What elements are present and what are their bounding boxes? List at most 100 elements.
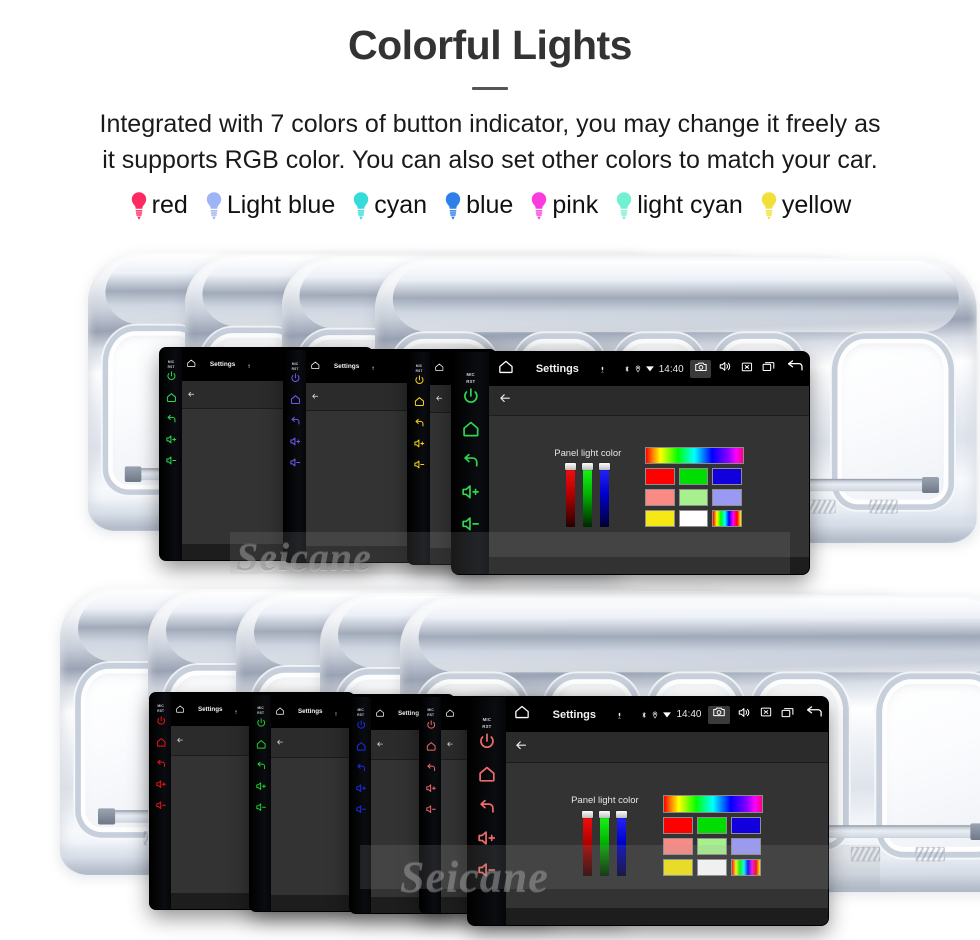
swatch-green[interactable] [678, 468, 709, 486]
side-key-back-icon[interactable] [289, 414, 302, 432]
back-icon[interactable] [804, 704, 824, 726]
rainbow-gradient-bar[interactable] [645, 446, 745, 465]
head-unit-main[interactable]: MIC RST Settings 14:40 Panel light color [452, 352, 809, 574]
swatch-periwinkle[interactable] [730, 837, 761, 855]
reset-label[interactable]: RST [157, 709, 164, 713]
side-key-power-icon[interactable] [425, 719, 437, 737]
mic-icon[interactable] [616, 706, 623, 724]
mic-icon[interactable] [371, 357, 375, 375]
side-key-volume-down-icon[interactable] [425, 802, 437, 820]
side-key-power-icon[interactable] [460, 386, 482, 413]
red-slider[interactable] [582, 811, 594, 877]
side-key-home-icon[interactable] [413, 395, 426, 413]
swatch-lightgreen[interactable] [696, 837, 727, 855]
side-key-home-icon[interactable] [155, 735, 167, 753]
swatch-red[interactable] [662, 816, 693, 834]
reset-label[interactable]: RST [427, 713, 434, 717]
mic-icon[interactable] [599, 360, 606, 378]
home-icon[interactable] [497, 358, 515, 381]
side-key-volume-down-icon[interactable] [476, 859, 498, 886]
side-key-back-icon[interactable] [165, 412, 178, 430]
reset-label[interactable]: RST [357, 713, 364, 717]
side-key-power-icon[interactable] [289, 372, 302, 390]
side-key-volume-down-icon[interactable] [460, 513, 482, 540]
back-arrow-icon[interactable] [187, 386, 196, 404]
swatch-green[interactable] [696, 816, 727, 834]
side-key-back-icon[interactable] [425, 760, 437, 778]
back-arrow-icon[interactable] [376, 736, 384, 754]
reset-label[interactable]: RST [416, 369, 423, 373]
side-key-back-icon[interactable] [155, 756, 167, 774]
side-key-volume-up-icon[interactable] [255, 779, 267, 797]
slider-knob[interactable] [599, 463, 611, 470]
swatch-yellow[interactable] [645, 510, 675, 527]
recents-icon[interactable] [761, 359, 776, 379]
side-key-volume-down-icon[interactable] [413, 458, 426, 476]
green-slider[interactable] [582, 463, 594, 528]
side-key-volume-down-icon[interactable] [289, 456, 302, 474]
swatch-red[interactable] [645, 468, 675, 486]
camera-button[interactable] [689, 360, 712, 379]
slider-knob[interactable] [599, 811, 611, 819]
back-arrow-icon[interactable] [311, 388, 320, 406]
swatch-salmon[interactable] [662, 837, 693, 855]
mic-icon[interactable] [234, 701, 238, 719]
swatch-blue[interactable] [730, 816, 761, 834]
back-arrow-icon[interactable] [446, 736, 454, 754]
side-key-volume-up-icon[interactable] [289, 435, 302, 453]
side-key-back-icon[interactable] [476, 795, 498, 822]
side-key-volume-up-icon[interactable] [355, 781, 367, 799]
home-icon[interactable] [275, 703, 285, 721]
back-arrow-icon[interactable] [435, 390, 444, 408]
touch-screen[interactable]: Settings 14:40 Panel light color [505, 697, 828, 925]
side-key-home-icon[interactable] [460, 418, 482, 445]
mic-icon[interactable] [334, 703, 338, 721]
swatch-lightgreen[interactable] [678, 489, 709, 507]
swatch-yellow[interactable] [662, 858, 693, 876]
slider-knob[interactable] [616, 811, 628, 819]
mute-icon[interactable] [740, 360, 754, 379]
swatch-blue[interactable] [712, 468, 743, 486]
home-icon[interactable] [310, 357, 321, 375]
blue-slider[interactable] [616, 811, 628, 877]
swatch-periwinkle[interactable] [712, 489, 743, 507]
side-key-power-icon[interactable] [413, 374, 426, 392]
back-arrow-icon[interactable] [514, 738, 528, 757]
side-key-power-icon[interactable] [165, 370, 178, 388]
side-key-power-icon[interactable] [255, 717, 267, 735]
side-key-volume-down-icon[interactable] [355, 802, 367, 820]
mic-icon[interactable] [247, 355, 251, 373]
side-key-power-icon[interactable] [476, 731, 498, 758]
reset-label[interactable]: RST [168, 365, 175, 369]
side-key-volume-down-icon[interactable] [155, 798, 167, 816]
side-key-home-icon[interactable] [476, 763, 498, 790]
side-key-power-icon[interactable] [355, 719, 367, 737]
back-arrow-icon[interactable] [276, 734, 284, 752]
side-key-volume-up-icon[interactable] [413, 437, 426, 455]
recents-icon[interactable] [780, 705, 795, 725]
side-key-back-icon[interactable] [355, 760, 367, 778]
side-key-volume-up-icon[interactable] [165, 433, 178, 451]
swatch-white[interactable] [696, 858, 727, 876]
side-key-back-icon[interactable] [413, 416, 426, 434]
side-key-home-icon[interactable] [425, 739, 437, 757]
back-arrow-icon[interactable] [498, 391, 512, 410]
swatch-rainbow[interactable] [730, 858, 761, 876]
red-slider[interactable] [565, 463, 577, 528]
slider-knob[interactable] [582, 463, 594, 470]
side-key-power-icon[interactable] [155, 715, 167, 733]
touch-screen[interactable]: Settings 14:40 Panel light color [489, 352, 809, 574]
side-key-home-icon[interactable] [355, 739, 367, 757]
side-key-volume-up-icon[interactable] [476, 827, 498, 854]
reset-label[interactable]: RST [482, 724, 491, 729]
mute-icon[interactable] [759, 705, 773, 724]
rainbow-gradient-bar[interactable] [662, 794, 763, 813]
side-key-back-icon[interactable] [460, 449, 482, 476]
reset-label[interactable]: RST [292, 367, 299, 371]
side-key-home-icon[interactable] [255, 737, 267, 755]
slider-knob[interactable] [582, 811, 594, 819]
home-icon[interactable] [375, 705, 385, 723]
side-key-volume-up-icon[interactable] [425, 781, 437, 799]
swatch-rainbow[interactable] [712, 510, 743, 527]
home-icon[interactable] [445, 705, 455, 723]
